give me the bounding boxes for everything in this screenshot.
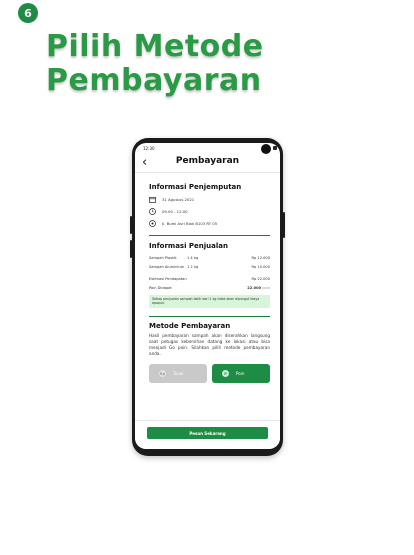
phone-mockup: 12:30 ‹ Pembayaran Informasi Penjemputan… [130, 138, 285, 456]
points-label: Poin Didapat [149, 286, 172, 291]
item-name: Sampah Aluminium [149, 265, 185, 270]
points-row: Poin Didapat 22.000 poin [149, 284, 270, 293]
step-badge: 6 [18, 3, 38, 23]
payment-section-title: Metode Pembayaran [149, 321, 231, 330]
payment-description: Hasil pembayaran sampah akan diserahkan … [149, 332, 270, 357]
item-quantity: 1 2 kg [187, 265, 199, 270]
power-button [283, 212, 285, 238]
pickup-address: Jl. Bumi Asri Blok B103 RT 05 [149, 220, 270, 227]
battery-icon [273, 146, 277, 150]
volume-button [130, 240, 132, 258]
pickup-address-text: Jl. Bumi Asri Blok B103 RT 05 [162, 221, 218, 226]
points-amount: 22.000 poin [172, 286, 270, 290]
item-name: Sampah Plastik [149, 256, 177, 261]
list-item: Sampah Aluminium 1 2 kg Rp 10.000 [149, 263, 270, 272]
payment-option-label: Tunai [173, 371, 184, 377]
item-price: Rp 10.000 [251, 265, 271, 270]
calendar-icon [149, 196, 156, 203]
headline-line-1: Pilih Metode [46, 29, 264, 64]
pickup-time-text: 09.00 - 12.00 [162, 209, 188, 214]
page-headline: Pilih Metode Pembayaran [46, 30, 264, 98]
pickup-time: 09.00 - 12.00 [149, 208, 270, 215]
phone-screen: 12:30 ‹ Pembayaran Informasi Penjemputan… [135, 143, 280, 449]
payment-option-cash[interactable]: Rp Tunai [149, 364, 207, 384]
points-value: 22.000 [247, 286, 262, 291]
coin-icon: P [222, 370, 229, 378]
section-divider [149, 235, 270, 236]
sale-section-title: Informasi Penjualan [149, 241, 228, 250]
location-pin-icon [149, 220, 156, 227]
estimate-label: Estimasi Pendapatan [149, 277, 187, 282]
list-item: Sampah Plastik 1 4 kg Rp 12.000 [149, 254, 270, 263]
item-price: Rp 12.000 [251, 256, 271, 261]
payment-options: Rp Tunai P Poin [149, 364, 270, 384]
pickup-date: 31 Agustus 2021 [149, 196, 270, 203]
pickup-date-text: 31 Agustus 2021 [162, 197, 195, 202]
bottom-action-bar: Pesan Sekarang [135, 420, 280, 449]
status-time: 12:30 [143, 146, 155, 151]
item-quantity: 1 4 kg [187, 256, 199, 261]
points-unit: poin [262, 286, 270, 291]
cash-icon: Rp [159, 370, 166, 378]
payment-option-points[interactable]: P Poin [212, 364, 270, 384]
sale-items-list: Sampah Plastik 1 4 kg Rp 12.000 Sampah A… [149, 254, 270, 272]
info-note: Setiap penjualan sampah lebih dari 1 kg … [149, 294, 270, 308]
app-bar-title: Pembayaran [175, 156, 240, 166]
headline-line-2: Pembayaran [46, 63, 262, 98]
clock-icon [149, 208, 156, 215]
camera-hole [261, 144, 271, 154]
volume-button [130, 216, 132, 234]
estimate-value: Rp 22.000 [251, 277, 271, 282]
estimate-row: Estimasi Pendapatan Rp 22.000 [149, 275, 270, 284]
order-now-button[interactable]: Pesan Sekarang [147, 427, 268, 439]
section-divider [149, 315, 270, 317]
app-bar: ‹ Pembayaran [135, 154, 280, 173]
status-bar: 12:30 [135, 143, 280, 154]
pickup-section-title: Informasi Penjemputan [149, 183, 242, 191]
payment-option-label: Poin [236, 371, 245, 377]
payment-content: Informasi Penjemputan 31 Agustus 2021 09… [135, 183, 280, 384]
